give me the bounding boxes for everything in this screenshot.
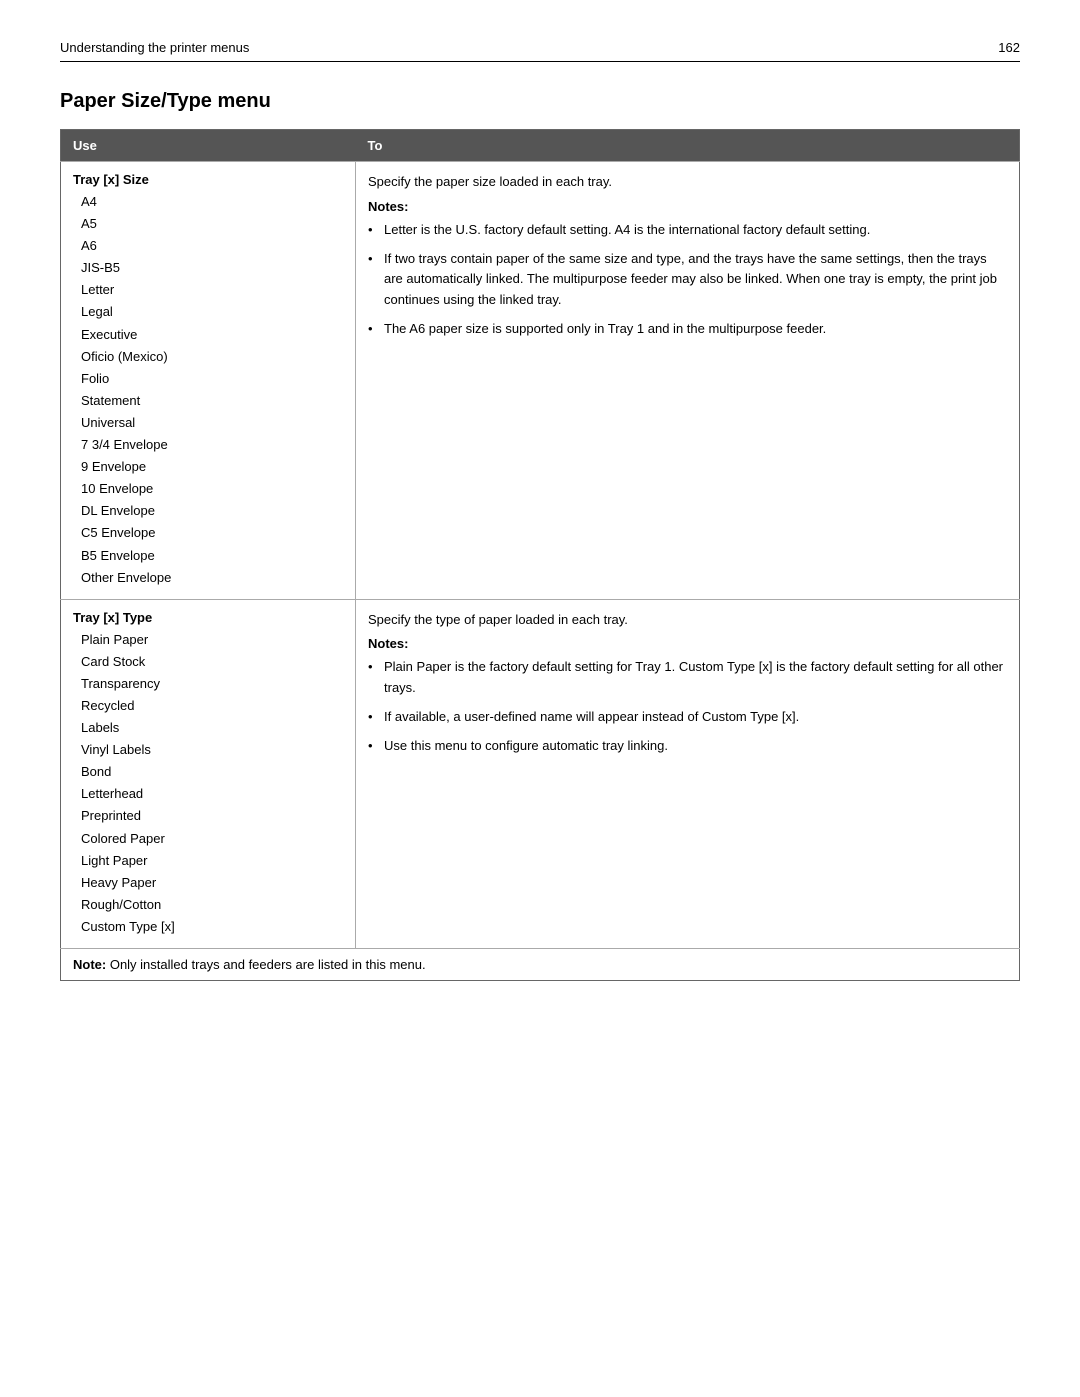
list-item: Folio [73,368,343,390]
table-row-0: Tray [x] Size A4A5A6JIS-B5LetterLegalExec… [61,162,1020,600]
use-cell-0: Tray [x] Size A4A5A6JIS-B5LetterLegalExec… [61,162,356,600]
page-header: Understanding the printer menus 162 [60,40,1020,62]
list-item: Heavy Paper [73,872,343,894]
notes-label-0: Notes: [368,199,1007,214]
list-item: Colored Paper [73,828,343,850]
list-item: Light Paper [73,850,343,872]
list-item: Letter [73,279,343,301]
list-item: Plain Paper [73,629,343,651]
list-item: B5 Envelope [73,545,343,567]
list-item: A6 [73,235,343,257]
list-item: Custom Type [x] [73,916,343,938]
list-item: Vinyl Labels [73,739,343,761]
list-item: 9 Envelope [73,456,343,478]
table-header-row: Use To [61,130,1020,162]
use-header-0: Tray [x] Size [73,172,343,187]
list-item: JIS-B5 [73,257,343,279]
to-cell-0: Specify the paper size loaded in each tr… [356,162,1020,600]
list-item: Other Envelope [73,567,343,589]
table-row-1: Tray [x] Type Plain PaperCard StockTransp… [61,599,1020,948]
list-item: Labels [73,717,343,739]
list-item: C5 Envelope [73,522,343,544]
col-header-use: Use [61,130,356,162]
notes-label-1: Notes: [368,636,1007,651]
list-item: Legal [73,301,343,323]
use-header-1: Tray [x] Type [73,610,343,625]
section-title: Paper Size/Type menu [60,90,1020,113]
list-item: DL Envelope [73,500,343,522]
list-item: Recycled [73,695,343,717]
list-item: Executive [73,324,343,346]
bullet-item: Letter is the U.S. factory default setti… [368,220,1007,241]
bullet-item: The A6 paper size is supported only in T… [368,319,1007,340]
header-page-number: 162 [998,40,1020,55]
to-intro-0: Specify the paper size loaded in each tr… [368,172,1007,193]
col-header-to: To [356,130,1020,162]
list-item: Oficio (Mexico) [73,346,343,368]
list-item: Statement [73,390,343,412]
list-item: A5 [73,213,343,235]
to-intro-1: Specify the type of paper loaded in each… [368,610,1007,631]
list-item: Letterhead [73,783,343,805]
list-item: Rough/Cotton [73,894,343,916]
footer-note-bold: Note: [73,957,106,972]
list-item: Universal [73,412,343,434]
list-item: 10 Envelope [73,478,343,500]
bullet-item: If available, a user-defined name will a… [368,707,1007,728]
list-item: Card Stock [73,651,343,673]
list-item: 7 3/4 Envelope [73,434,343,456]
bullet-item: Use this menu to configure automatic tra… [368,736,1007,757]
use-cell-1: Tray [x] Type Plain PaperCard StockTransp… [61,599,356,948]
bullet-item: Plain Paper is the factory default setti… [368,657,1007,699]
list-item: Bond [73,761,343,783]
bullet-item: If two trays contain paper of the same s… [368,249,1007,311]
to-cell-1: Specify the type of paper loaded in each… [356,599,1020,948]
header-title: Understanding the printer menus [60,40,249,55]
list-item: A4 [73,191,343,213]
footer-note-text: Only installed trays and feeders are lis… [106,957,425,972]
list-item: Transparency [73,673,343,695]
list-item: Preprinted [73,805,343,827]
main-table: Use To Tray [x] SizeA4A5A6JIS-B5LetterLe… [60,129,1020,981]
table-footer-cell: Note: Only installed trays and feeders a… [61,949,1020,981]
table-footer-row: Note: Only installed trays and feeders a… [61,949,1020,981]
